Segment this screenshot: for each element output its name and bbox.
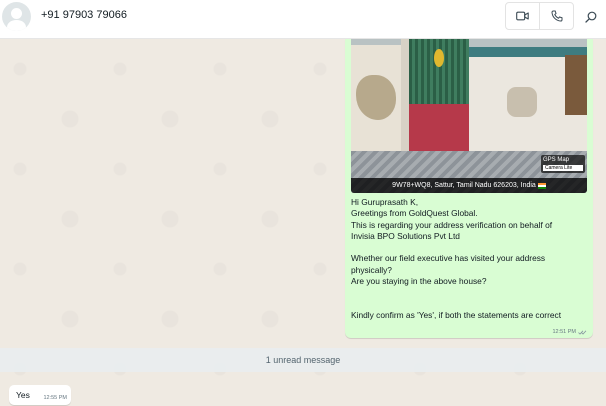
call-buttons-group (505, 2, 574, 30)
message-line (351, 242, 587, 253)
avatar-head-shape (11, 8, 22, 19)
outgoing-message-meta: 12:51 PM (552, 329, 587, 335)
gps-map-badge: GPS Map Camera Lite (541, 155, 585, 173)
chat-area[interactable]: GPS Map Camera Lite 9W78+WQ8, Sattur, Ta… (0, 39, 606, 406)
message-line: Are you staying in the above house? (351, 276, 487, 287)
message-line: Whether our field executive has visited … (351, 253, 546, 264)
message-line: Hi Guruprasath K, (351, 197, 419, 207)
unread-messages-label: 1 unread message (265, 355, 341, 365)
video-call-icon (516, 11, 529, 21)
photo-wall-patch (507, 87, 537, 117)
message-line: Kindly confirm as 'Yes', if both the sta… (351, 309, 562, 320)
photo-gate-ornament (434, 49, 444, 67)
outgoing-message-text: Hi Guruprasath K, Greetings from GoldQue… (351, 197, 587, 321)
voice-call-button[interactable] (539, 3, 573, 29)
incoming-message-bubble[interactable]: Yes 12:55 PM (9, 385, 71, 405)
search-button[interactable] (582, 8, 600, 26)
photo-wall-stain (356, 75, 396, 120)
outgoing-message-time: 12:51 PM (552, 329, 576, 335)
message-line (351, 299, 587, 310)
avatar-body-shape (7, 20, 26, 31)
contact-avatar[interactable] (2, 2, 31, 31)
photo-caption-text: 9W78+WQ8, Sattur, Tamil Nadu 626203, Ind… (392, 182, 536, 189)
message-line: physically? (351, 264, 392, 275)
message-line: Greetings from GoldQuest Global. (351, 208, 478, 219)
search-icon (585, 11, 597, 23)
incoming-message-text: Yes (16, 390, 30, 400)
video-call-button[interactable] (506, 3, 539, 29)
incoming-message-time: 12:55 PM (43, 395, 67, 401)
photo-right-wall (469, 47, 587, 153)
india-flag-icon (537, 182, 546, 189)
house-photo[interactable]: GPS Map Camera Lite 9W78+WQ8, Sattur, Ta… (351, 39, 587, 193)
voice-call-icon (550, 10, 562, 22)
message-line (351, 287, 587, 298)
unread-messages-divider: 1 unread message (0, 348, 606, 372)
photo-gate-lower (409, 104, 469, 151)
photo-gate (409, 39, 469, 151)
message-line: Invisia BPO Solutions Pvt Ltd (351, 230, 460, 241)
photo-location-caption: 9W78+WQ8, Sattur, Tamil Nadu 626203, Ind… (351, 178, 587, 193)
outgoing-message-bubble[interactable]: GPS Map Camera Lite 9W78+WQ8, Sattur, Ta… (345, 39, 593, 338)
contact-name[interactable]: +91 97903 79066 (41, 9, 127, 21)
photo-door (565, 55, 587, 115)
gps-badge-subtitle: Camera Lite (543, 165, 583, 171)
gps-badge-title: GPS Map (543, 157, 570, 163)
double-tick-icon (578, 330, 587, 335)
chat-header: +91 97903 79066 (0, 0, 606, 39)
message-line: This is regarding your address verificat… (351, 219, 553, 230)
